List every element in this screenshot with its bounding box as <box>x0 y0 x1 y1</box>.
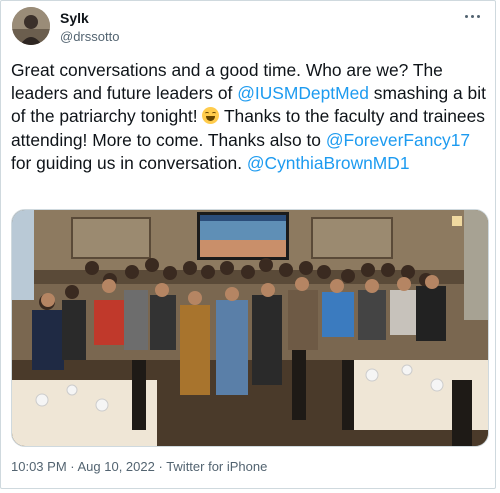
tweet-timestamp[interactable]: 10:03 PM · Aug 10, 2022 · Twitter for iP… <box>11 459 267 474</box>
separator-dot: · <box>154 459 167 474</box>
tweet-time[interactable]: 10:03 PM <box>11 459 67 474</box>
more-options-button[interactable] <box>458 7 486 25</box>
avatar-photo <box>12 7 50 45</box>
avatar[interactable] <box>12 7 50 45</box>
tweet-text-part: for guiding us in conversation. <box>11 152 247 173</box>
user-handle[interactable]: @drssotto <box>60 29 119 44</box>
mention-link[interactable]: @CynthiaBrownMD1 <box>247 153 410 173</box>
laughing-tears-emoji-icon <box>202 107 220 125</box>
tweet-photo[interactable] <box>11 209 489 447</box>
display-name[interactable]: Sylk <box>60 10 89 26</box>
tweet-source: Twitter for iPhone <box>166 459 268 474</box>
separator-dot: · <box>66 459 78 474</box>
group-photo-image <box>12 210 488 446</box>
tweet-text: Great conversations and a good time. Who… <box>11 59 491 175</box>
tweet-date[interactable]: Aug 10, 2022 <box>78 459 155 474</box>
mention-link[interactable]: @ForeverFancy17 <box>326 130 470 150</box>
more-icon <box>464 14 468 18</box>
tweet-card: Sylk @drssotto Great conversations and a… <box>0 0 496 489</box>
mention-link[interactable]: @IUSMDeptMed <box>237 83 369 103</box>
